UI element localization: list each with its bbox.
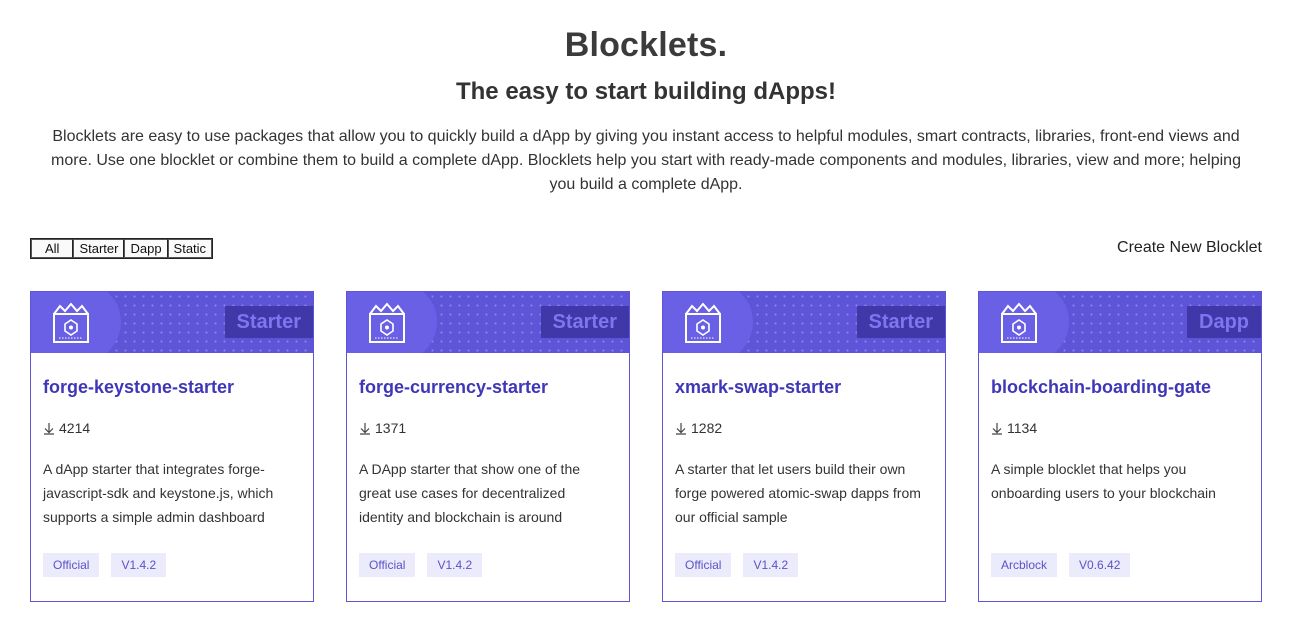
- blocklet-description: A starter that let users build their own…: [675, 461, 921, 525]
- blocklet-card[interactable]: Starter xmark-swap-starter 1282 A starte…: [662, 291, 946, 602]
- download-count: 1134: [991, 420, 1037, 436]
- card-banner: Starter: [31, 292, 313, 353]
- type-tag: Dapp: [1187, 306, 1261, 338]
- page-subtitle: The easy to start building dApps!: [455, 78, 837, 105]
- badge-list: Arcblock V0.6.42: [991, 553, 1142, 577]
- badge-list: Official V1.4.2: [43, 553, 178, 577]
- blocklet-name[interactable]: forge-currency-starter: [359, 377, 548, 398]
- blocklet-logo-icon: [369, 302, 405, 343]
- blocklet-name[interactable]: forge-keystone-starter: [43, 377, 234, 398]
- download-icon: [360, 422, 370, 435]
- version-badge: V1.4.2: [743, 553, 799, 577]
- version-badge: V1.4.2: [427, 553, 483, 577]
- blocklet-logo-icon: [685, 302, 721, 343]
- author-badge: Arcblock: [991, 553, 1058, 577]
- filter-bar: All Starter Dapp Static: [30, 238, 214, 259]
- type-tag: Starter: [856, 306, 945, 338]
- blocklet-name[interactable]: blockchain-boarding-gate: [991, 377, 1211, 398]
- blocklet-card[interactable]: Dapp blockchain-boarding-gate 1134 A sim…: [978, 291, 1262, 602]
- type-tag: Starter: [224, 306, 313, 338]
- blocklet-description: A DApp starter that show one of the grea…: [359, 461, 581, 525]
- blocklet-description: A dApp starter that integrates forge-jav…: [43, 461, 274, 525]
- page-title: Blocklets.: [564, 26, 728, 64]
- download-icon: [992, 422, 1002, 435]
- blocklet-card[interactable]: Starter forge-keystone-starter 4214 A dA…: [30, 291, 314, 602]
- type-tag: Starter: [540, 306, 629, 338]
- badge-list: Official V1.4.2: [359, 553, 494, 577]
- card-banner: Starter: [347, 292, 629, 353]
- version-badge: V1.4.2: [111, 553, 167, 577]
- filter-static-button[interactable]: Static: [167, 239, 213, 258]
- badge-list: Official V1.4.2: [675, 553, 810, 577]
- blocklet-name[interactable]: xmark-swap-starter: [675, 377, 841, 398]
- download-count-value: 1282: [691, 420, 723, 436]
- page-description: Blocklets are easy to use packages that …: [51, 128, 1241, 193]
- page: Blocklets. The easy to start building dA…: [0, 0, 1299, 640]
- download-count-value: 4214: [59, 420, 91, 436]
- author-badge: Official: [43, 553, 100, 577]
- blocklet-card[interactable]: Starter forge-currency-starter 1371 A DA…: [346, 291, 630, 602]
- download-count: 1371: [359, 420, 406, 436]
- download-count: 1282: [675, 420, 722, 436]
- card-banner: Dapp: [979, 292, 1261, 353]
- filter-starter-button[interactable]: Starter: [73, 239, 125, 258]
- create-new-blocklet-link[interactable]: Create New Blocklet: [1117, 239, 1262, 257]
- download-count-value: 1371: [375, 420, 407, 436]
- card-banner: Starter: [663, 292, 945, 353]
- download-icon: [44, 422, 54, 435]
- download-count: 4214: [43, 420, 90, 436]
- author-badge: Official: [675, 553, 732, 577]
- author-badge: Official: [359, 553, 416, 577]
- download-icon: [676, 422, 686, 435]
- blocklet-logo-icon: [1001, 302, 1037, 343]
- blocklet-logo-icon: [53, 302, 89, 343]
- filter-dapp-button[interactable]: Dapp: [124, 239, 168, 258]
- blocklet-description: A simple blocklet that helps you onboard…: [991, 461, 1216, 501]
- download-count-value: 1134: [1007, 420, 1038, 436]
- version-badge: V0.6.42: [1069, 553, 1131, 577]
- filter-all-button[interactable]: All: [31, 239, 74, 258]
